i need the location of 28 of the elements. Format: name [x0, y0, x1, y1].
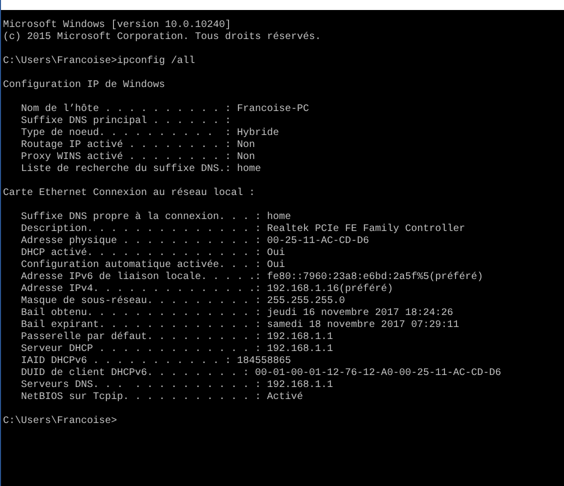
console-line: IAID DHCPv6 . . . . . . . . . . . : 184558865 [20, 356, 292, 367]
console-line: Serveurs DNS. . . . . . . . . . . . . : 192.168.1.1 [20, 380, 334, 391]
console-line: Configuration IP de Windows [3, 80, 166, 91]
console-line: Carte Ethernet Connexion au réseau local : [3, 188, 256, 199]
console-line: Adresse IPv6 de liaison locale. . . . .: fe80::7960:23a8:e6bd:2a5f%5(préféré) [20, 272, 484, 283]
console-line: Bail obtenu. . . . . . . . . . . . . . : jeudi 16 novembre 2017 18:24:26 [20, 308, 454, 319]
console-line: Nom de l’hôte . . . . . . . . . . : Francoise-PC [20, 104, 310, 115]
console-line: Description. . . . . . . . . . . . . . : Realtek PCIe FE Family Controller [20, 224, 466, 235]
console-line: Configuration automatique activée. . . : Oui [20, 260, 286, 271]
console-line: (c) 2015 Microsoft Corporation. Tous droits réservés. [3, 32, 322, 43]
console-line: Masque de sous-réseau. . . . . . . . . : 255.255.255.0 [20, 296, 346, 307]
console-line: Bail expirant. . . . . . . . . . . . . : samedi 18 novembre 2017 07:29:11 [20, 320, 460, 331]
console-line: C:\Users\Francoise>ipconfig /all [3, 56, 196, 67]
console-line: Serveur DHCP . . . . . . . . . . . . . : 192.168.1.1 [20, 344, 334, 355]
console-line: Microsoft Windows [version 10.0.10240] [3, 20, 232, 31]
console-line: Suffixe DNS principal . . . . . . : [20, 116, 232, 127]
console-line: NetBIOS sur Tcpip. . . . . . . . . . . : Activé [20, 392, 304, 403]
console-line: Suffixe DNS propre à la connexion. . . : home [20, 212, 292, 223]
console-line: C:\Users\Francoise> [3, 416, 118, 427]
console-line: Passerelle par défaut. . . . . . . . . : 192.168.1.1 [20, 332, 334, 343]
console-line: Type de noeud. . . . . . . . . . : Hybride [20, 128, 280, 139]
console-line: Adresse IPv4. . . . . . . . . . . . . .: 192.168.1.16(préféré) [20, 284, 394, 295]
console-line: Adresse physique . . . . . . . . . . . : 00-25-11-AC-CD-D6 [20, 236, 370, 247]
console-line: Routage IP activé . . . . . . . . : Non [20, 140, 256, 151]
console-line: Proxy WINS activé . . . . . . . . : Non [20, 152, 256, 163]
console-line: Liste de recherche du suffixe DNS.: home [20, 164, 262, 175]
console-line: DUID de client DHCPv6. . . . . . . . : 00-01-00-01-12-76-12-A0-00-25-11-AC-CD-D6 [20, 368, 502, 379]
console-line: DHCP activé. . . . . . . . . . . . . . : Oui [20, 248, 286, 259]
